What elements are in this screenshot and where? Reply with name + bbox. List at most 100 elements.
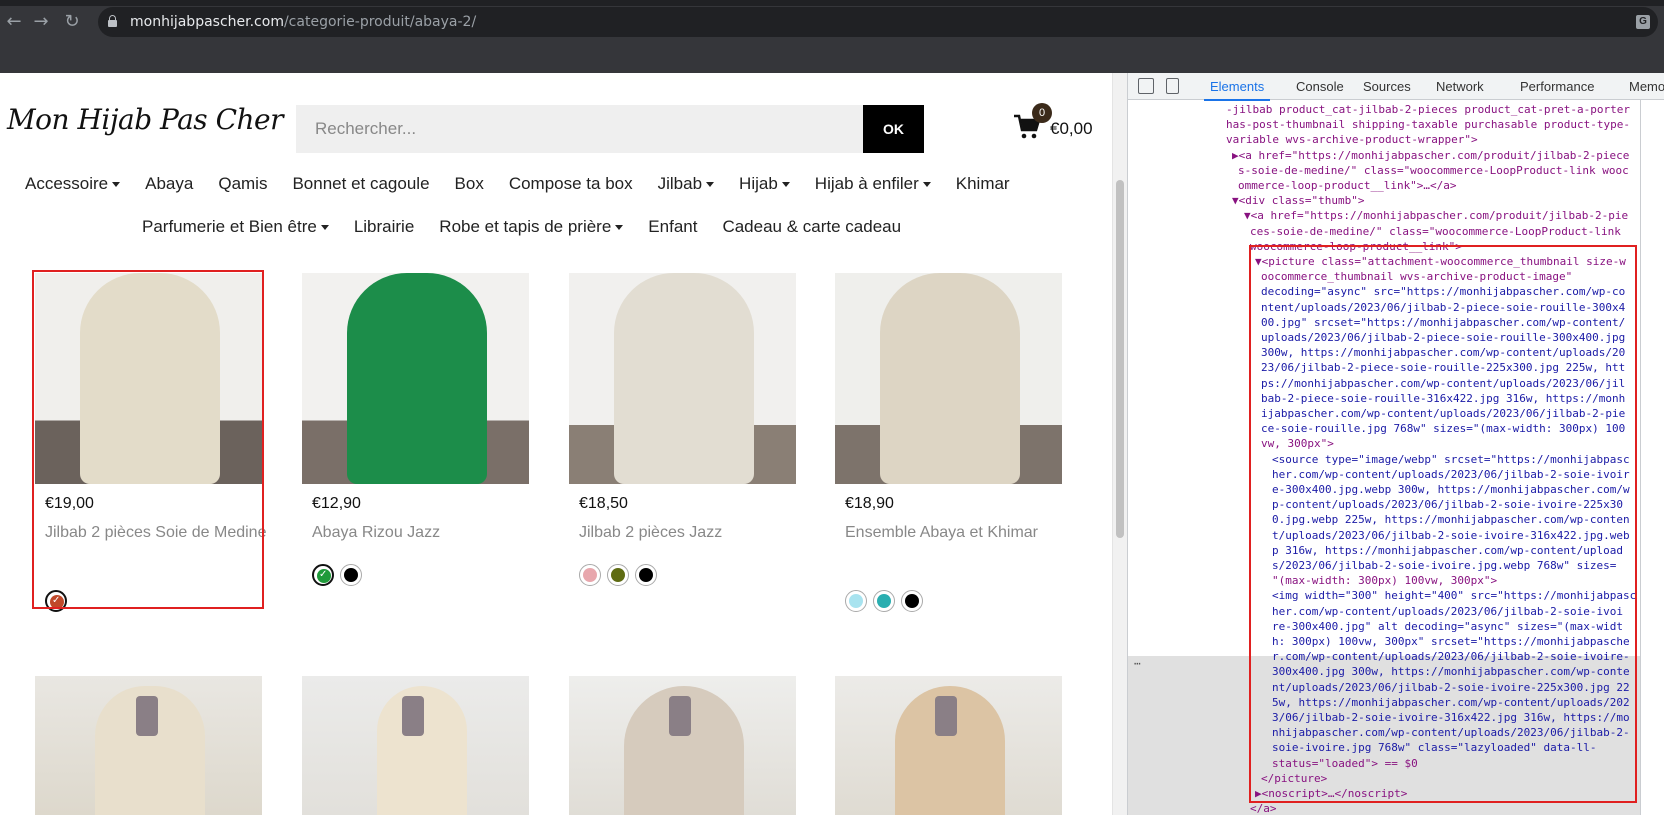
devtools-toolbar: Elements Console Sources Network Performance… [1128, 73, 1664, 101]
product-card[interactable]: €18,90 Ensemble Abaya et Khimar [835, 273, 1062, 612]
forward-icon[interactable]: → [31, 12, 51, 32]
caret-down-icon [922, 182, 931, 188]
product-price: €18,50 [579, 495, 628, 512]
product-card[interactable]: €18,50 Jilbab 2 pièces Jazz [569, 273, 796, 586]
menu-item-row2-4[interactable]: Cadeau & carte cadeau [722, 217, 901, 237]
dom-node-line[interactable]: s-soie-de-medine/" class="woocommerce-Lo… [1238, 163, 1629, 178]
product-image-row2-3[interactable] [569, 676, 796, 815]
scrollbar-thumb[interactable] [1116, 180, 1124, 538]
reload-icon[interactable]: ↻ [62, 12, 82, 32]
dom-node-line[interactable]: variable wvs-archive-product-wrapper"> [1226, 132, 1478, 147]
menu-item-row1-8[interactable]: Hijab à enfiler [815, 174, 931, 194]
translate-icon[interactable]: G [1636, 15, 1650, 29]
menu-item-label: Box [454, 174, 484, 193]
caret-down-icon [320, 225, 329, 231]
color-swatches [579, 564, 657, 586]
product-card[interactable]: €12,90 Abaya Rizou Jazz ✓ [302, 273, 529, 586]
product-image-row2-4[interactable] [835, 676, 1062, 815]
menu-item-label: Librairie [353, 217, 415, 236]
back-icon[interactable]: ← [4, 12, 24, 32]
menu-item-label: Accessoire [25, 174, 109, 193]
devtools-panel: Elements Console Sources Network Performance… [1127, 73, 1664, 815]
color-swatch[interactable] [845, 590, 867, 612]
url-text[interactable]: monhijabpascher.com/categorie-produit/ab… [130, 14, 476, 30]
browser-chrome: ← → ↻ monhijabpascher.com/categorie-prod… [0, 0, 1664, 73]
search-input[interactable]: Rechercher... [296, 105, 864, 153]
device-toolbar-icon[interactable] [1166, 78, 1179, 94]
menu-item-label: Jilbab [657, 174, 703, 193]
color-swatches: ✓ [312, 564, 362, 586]
color-swatch[interactable] [635, 564, 657, 586]
caret-down-icon [706, 182, 715, 188]
menu-item-row1-2[interactable]: Qamis [218, 174, 267, 194]
color-swatch[interactable] [579, 564, 601, 586]
caret-down-icon [781, 182, 790, 188]
dom-node-line[interactable]: </a> [1250, 801, 1277, 815]
color-swatch[interactable]: ✓ [312, 564, 334, 586]
dom-node-line[interactable]: ▼<div class="thumb"> [1232, 193, 1364, 208]
color-swatch[interactable] [901, 590, 923, 612]
menu-item-label: Compose ta box [508, 174, 633, 193]
swatch-color [849, 594, 863, 608]
elements-tree: ⋯ -jilbab product_cat-jilbab-2-pieces pr… [1128, 100, 1640, 815]
product-image[interactable] [569, 273, 796, 484]
devtools-tab-memory[interactable]: Memory [1629, 79, 1664, 94]
devtools-tab-performance[interactable]: Performance [1520, 79, 1594, 94]
menu-item-label: Cadeau & carte cadeau [722, 217, 902, 236]
color-swatch[interactable] [607, 564, 629, 586]
dom-node-line[interactable]: -jilbab product_cat-jilbab-2-pieces prod… [1226, 102, 1630, 117]
color-swatch[interactable] [873, 590, 895, 612]
page-scrollbar[interactable] [1112, 73, 1127, 815]
node-ellipsis-icon[interactable]: ⋯ [1134, 656, 1141, 671]
swatch-color [611, 568, 625, 582]
caret-down-icon [615, 225, 624, 231]
devtools-tab-elements[interactable]: Elements [1203, 79, 1271, 101]
devtools-tab-sources[interactable]: Sources [1363, 79, 1411, 94]
menu-item-row1-1[interactable]: Abaya [145, 174, 193, 194]
menu-item-label: Hijab [739, 174, 778, 193]
styles-pane [1640, 100, 1664, 815]
menu-item-row1-5[interactable]: Compose ta box [509, 174, 633, 194]
menu-row-1: Accessoire Abaya Qamis Bonnet et cagoule Box… [25, 174, 1035, 194]
dom-node-line[interactable]: ommerce-loop-product__link">…</a> [1238, 178, 1457, 193]
devtools-tab-console[interactable]: Console [1296, 79, 1344, 94]
product-name[interactable]: Jilbab 2 pièces Jazz [579, 520, 806, 546]
address-bar[interactable]: monhijabpascher.com/categorie-produit/ab… [98, 7, 1658, 37]
product-image-row2-1[interactable] [35, 676, 262, 815]
menu-item-label: Bonnet et cagoule [292, 174, 430, 193]
cart-total[interactable]: €0,00 [1050, 119, 1093, 139]
cart-count-badge: 0 [1032, 103, 1052, 123]
menu-item-row2-2[interactable]: Robe et tapis de prière [439, 217, 624, 237]
product-image-row2-2[interactable] [302, 676, 529, 815]
product-name[interactable]: Abaya Rizou Jazz [312, 520, 539, 546]
product-image[interactable] [835, 273, 1062, 484]
color-swatch[interactable] [340, 564, 362, 586]
devtools-tab-network[interactable]: Network [1436, 79, 1484, 94]
dom-node-line[interactable]: ces-soie-de-medine/" class="woocommerce-… [1250, 224, 1621, 239]
menu-item-row1-9[interactable]: Khimar [956, 174, 1010, 194]
menu-item-row1-0[interactable]: Accessoire [25, 174, 121, 194]
dom-node-line[interactable]: has-post-thumbnail shipping-taxable purc… [1226, 117, 1630, 132]
site-logo[interactable]: Mon Hijab Pas Cher [7, 103, 284, 136]
inspect-element-icon[interactable] [1138, 78, 1154, 94]
product-price: €18,90 [845, 495, 894, 512]
devtools-highlight-box [1249, 245, 1637, 803]
menu-item-row2-1[interactable]: Librairie [354, 217, 414, 237]
menu-item-row1-4[interactable]: Box [455, 174, 484, 194]
search-button[interactable]: OK [863, 105, 924, 153]
lock-icon[interactable] [108, 15, 117, 27]
dom-node-line[interactable]: ▶<a href="https://monhijabpascher.com/pr… [1232, 148, 1629, 163]
menu-item-row2-3[interactable]: Enfant [648, 217, 697, 237]
menu-item-row1-6[interactable]: Jilbab [657, 174, 715, 194]
garment-shape [614, 273, 754, 484]
menu-item-label: Khimar [955, 174, 1010, 193]
menu-item-row2-0[interactable]: Parfumerie et Bien être [142, 217, 329, 237]
menu-item-row1-3[interactable]: Bonnet et cagoule [292, 174, 429, 194]
product-name[interactable]: Ensemble Abaya et Khimar [845, 520, 1072, 546]
garment-shape [347, 273, 487, 484]
swatch-color [905, 594, 919, 608]
menu-item-label: Qamis [218, 174, 268, 193]
dom-node-line[interactable]: ▼<a href="https://monhijabpascher.com/pr… [1244, 208, 1628, 223]
product-image[interactable] [302, 273, 529, 484]
menu-item-row1-7[interactable]: Hijab [739, 174, 790, 194]
